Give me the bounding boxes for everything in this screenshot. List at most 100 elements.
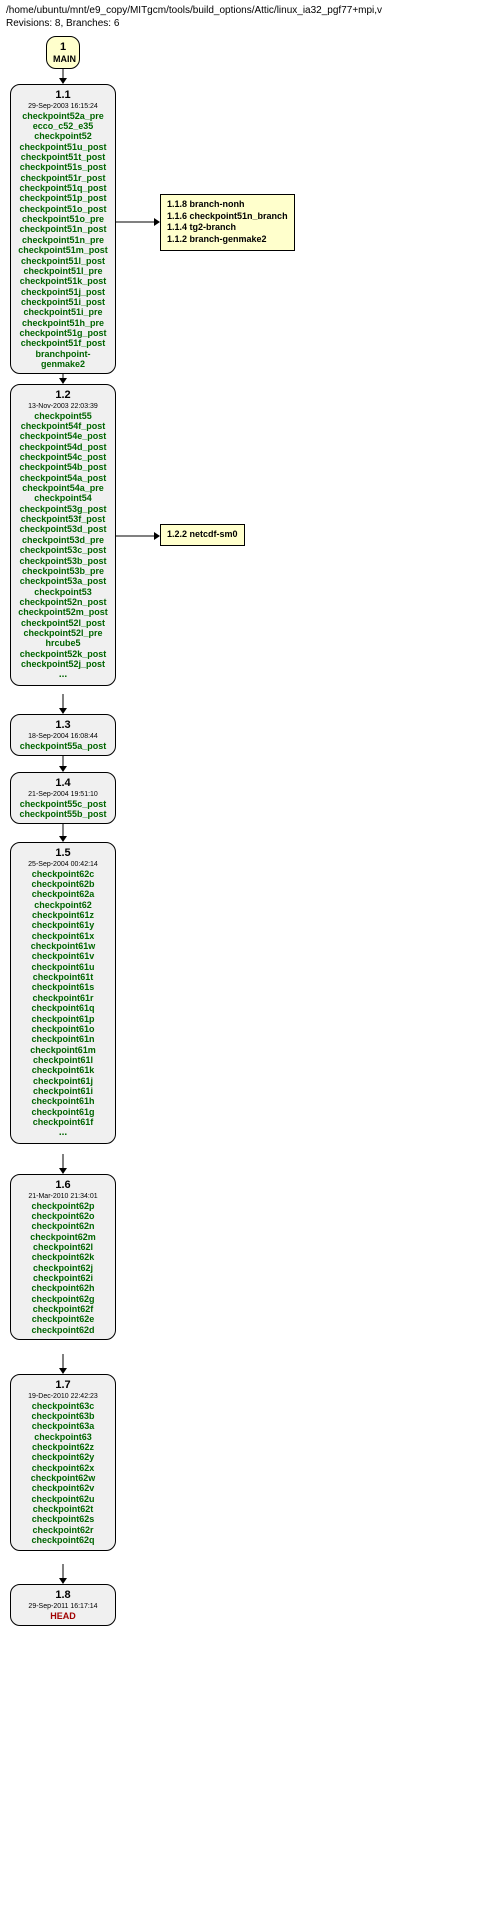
tag-label: checkpoint53g_post [17,504,109,514]
branch-line: 1.2.2 netcdf-sm0 [167,529,238,541]
revision-1.7-node[interactable]: 1.7 19-Dec-2010 22:42:23 checkpoint63cch… [10,1374,116,1551]
tag-label: checkpoint51k_post [17,276,109,286]
tag-label: checkpoint51j_post [17,287,109,297]
tag-label: checkpoint51o_post [17,204,109,214]
rev-date: 29-Sep-2011 16:17:14 [17,1603,109,1611]
tag-label: checkpoint51p_post [17,193,109,203]
tag-label: checkpoint55a_post [17,741,109,751]
tag-label: checkpoint62f [17,1304,109,1314]
tag-label: checkpoint62p [17,1201,109,1211]
tag-label: checkpoint53c_post [17,545,109,555]
tag-label: checkpoint51q_post [17,183,109,193]
rev-date: 21-Sep-2004 19:51:10 [17,791,109,799]
tag-label: checkpoint54c_post [17,452,109,462]
tag-label: checkpoint52j_post [17,659,109,669]
tag-label: checkpoint61n [17,1034,109,1044]
tag-label: checkpoint62j [17,1263,109,1273]
tag-label: checkpoint63c [17,1401,109,1411]
branch-name: tg2-branch [190,222,237,232]
tag-label: checkpoint51g_post [17,328,109,338]
tag-label: checkpoint51i_pre [17,307,109,317]
tag-label: checkpoint61s [17,982,109,992]
tag-label: hrcube5 [17,638,109,648]
revision-1.5-node[interactable]: 1.5 25-Sep-2004 00:42:14 checkpoint62cch… [10,842,116,1144]
tag-label: checkpoint62s [17,1514,109,1524]
tag-label: checkpoint53d_post [17,524,109,534]
tag-label: checkpoint62b [17,879,109,889]
main-branch-node[interactable]: 1 MAIN [46,36,80,69]
tag-label: checkpoint61w [17,941,109,951]
tag-label: checkpoint62n [17,1221,109,1231]
tag-label: checkpoint61g [17,1107,109,1117]
revision-1.8-node[interactable]: 1.8 29-Sep-2011 16:17:14 HEAD [10,1584,116,1626]
tag-label: checkpoint63 [17,1432,109,1442]
tag-label: checkpoint62o [17,1211,109,1221]
tag-label: checkpoint53b_pre [17,566,109,576]
tag-label: checkpoint61o [17,1024,109,1034]
rev-date: 19-Dec-2010 22:42:23 [17,1393,109,1401]
rev-date: 29-Sep-2003 16:15:24 [17,103,109,111]
tag-label: checkpoint62r [17,1525,109,1535]
branch-name: branch-nonh [190,199,245,209]
main-label: MAIN [53,54,73,64]
rev-number: 1.3 [17,719,109,732]
tag-label: checkpoint51r_post [17,173,109,183]
rev-number: 1.8 [17,1589,109,1602]
tag-label: checkpoint53a_post [17,576,109,586]
revision-stats: Revisions: 8, Branches: 6 [6,17,494,30]
tag-label: checkpoint61x [17,931,109,941]
tag-label: checkpoint61v [17,951,109,961]
tag-label: checkpoint54b_post [17,462,109,472]
tag-label: checkpoint53d_pre [17,535,109,545]
tag-label: checkpoint61u [17,962,109,972]
tag-label: checkpoint51i_post [17,297,109,307]
tag-label: checkpoint52n_post [17,597,109,607]
tag-label: checkpoint54a_pre [17,483,109,493]
tag-label: checkpoint62h [17,1283,109,1293]
tag-label: checkpoint51h_pre [17,318,109,328]
header: /home/ubuntu/mnt/e9_copy/MITgcm/tools/bu… [0,0,500,34]
tag-label: checkpoint51u_post [17,142,109,152]
tag-label: checkpoint55c_post [17,799,109,809]
rev-number: 1.2 [17,389,109,402]
tag-label-head: HEAD [17,1611,109,1621]
tag-label: checkpoint55b_post [17,809,109,819]
tag-label: checkpoint61q [17,1003,109,1013]
file-path: /home/ubuntu/mnt/e9_copy/MITgcm/tools/bu… [6,4,494,17]
rev-date: 13-Nov-2003 22:03:39 [17,403,109,411]
branch-name: netcdf-sm0 [190,529,238,539]
revision-1.3-node[interactable]: 1.3 18-Sep-2004 16:08:44 checkpoint55a_p… [10,714,116,756]
tag-label: checkpoint62c [17,869,109,879]
tag-label: checkpoint55 [17,411,109,421]
branch-rev: 1.1.8 [167,199,190,209]
revision-1.4-node[interactable]: 1.4 21-Sep-2004 19:51:10 checkpoint55c_p… [10,772,116,824]
tag-label: checkpoint61h [17,1096,109,1106]
more-dots: ... [17,669,109,681]
tag-label: checkpoint61i [17,1086,109,1096]
revision-1.6-node[interactable]: 1.6 21-Mar-2010 21:34:01 checkpoint62pch… [10,1174,116,1340]
tag-label: checkpoint53b_post [17,556,109,566]
tag-label: checkpoint52 [17,131,109,141]
main-rev: 1 [53,41,73,54]
branch-note-1.2[interactable]: 1.2.2 netcdf-sm0 [160,524,245,546]
rev-date: 21-Mar-2010 21:34:01 [17,1193,109,1201]
tag-label: checkpoint61j [17,1076,109,1086]
tag-label: checkpoint54e_post [17,431,109,441]
tag-label: checkpoint61l [17,1055,109,1065]
tag-label: checkpoint51m_post [17,245,109,255]
revision-1.1-node[interactable]: 1.1 29-Sep-2003 16:15:24 checkpoint52a_p… [10,84,116,374]
tag-label: checkpoint62q [17,1535,109,1545]
tag-label: checkpoint54 [17,493,109,503]
tag-label: checkpoint62w [17,1473,109,1483]
rev-date: 25-Sep-2004 00:42:14 [17,861,109,869]
tag-label: checkpoint61p [17,1014,109,1024]
tag-label: branchpoint-genmake2 [17,349,109,370]
branch-note-1.1[interactable]: 1.1.8 branch-nonh1.1.6 checkpoint51n_bra… [160,194,295,251]
branch-line: 1.1.4 tg2-branch [167,222,288,234]
tag-label: checkpoint62l [17,1242,109,1252]
tag-label: ecco_c52_e35 [17,121,109,131]
revision-1.2-node[interactable]: 1.2 13-Nov-2003 22:03:39 checkpoint55 che… [10,384,116,686]
tag-label: checkpoint61y [17,920,109,930]
rev-number: 1.6 [17,1179,109,1192]
tag-label: checkpoint51f_post [17,338,109,348]
